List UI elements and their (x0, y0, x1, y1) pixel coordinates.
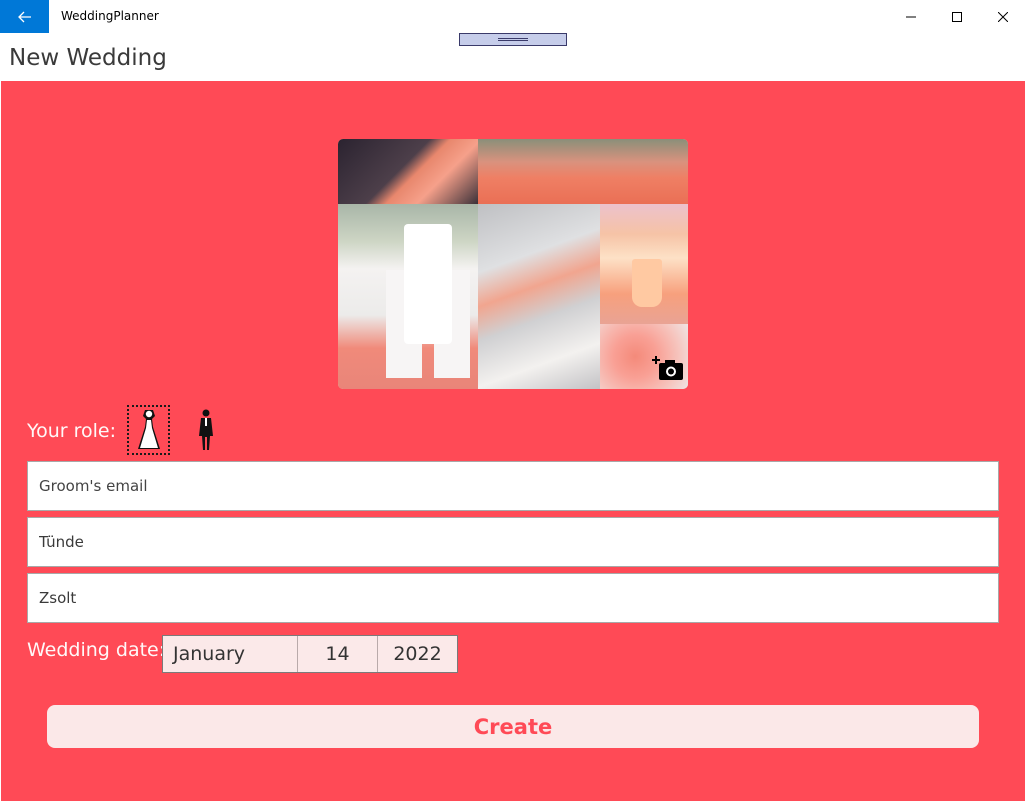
groom-name-field[interactable] (27, 573, 999, 623)
cake-shape (404, 224, 452, 344)
groom-name-input[interactable] (39, 589, 987, 607)
grooms-email-input[interactable] (39, 477, 987, 495)
photo-tile-suit (338, 139, 478, 204)
date-month[interactable]: January (163, 636, 298, 672)
close-button[interactable] (980, 0, 1026, 33)
date-day[interactable]: 14 (298, 636, 378, 672)
app-title: WeddingPlanner (61, 9, 159, 23)
drink-glass-shape (632, 259, 662, 307)
back-button[interactable] (0, 0, 49, 33)
grooms-email-field[interactable] (27, 461, 999, 511)
arrow-left-icon (17, 11, 31, 22)
role-label: Your role: (27, 420, 116, 442)
role-groom-option[interactable] (191, 408, 221, 452)
bride-name-input[interactable] (39, 533, 987, 551)
add-photo-camera-icon (652, 356, 683, 380)
photo-tile-bridesmaids (478, 139, 688, 204)
maximize-button[interactable] (934, 0, 980, 33)
add-photo-button[interactable] (652, 353, 684, 383)
wedding-date-label: Wedding date: (27, 639, 166, 661)
main-content: Your role: Wedding date: January 14 2022… (1, 81, 1025, 801)
groom-icon (199, 409, 213, 450)
drag-handle-grip-icon (498, 38, 528, 41)
date-year[interactable]: 2022 (378, 636, 457, 672)
bride-name-field[interactable] (27, 517, 999, 567)
create-button[interactable]: Create (47, 705, 979, 748)
page-title: New Wedding (9, 45, 167, 71)
wedding-photo[interactable] (338, 139, 688, 389)
photo-tile-table (478, 204, 600, 389)
wedding-date-picker[interactable]: January 14 2022 (162, 635, 458, 673)
drag-handle[interactable] (459, 33, 567, 46)
bride-icon (137, 410, 160, 449)
maximize-icon (952, 11, 962, 22)
minimize-button[interactable] (888, 0, 934, 33)
close-icon (998, 11, 1008, 22)
title-bar: WeddingPlanner (0, 0, 1026, 33)
role-bride-option[interactable] (127, 405, 170, 455)
minimize-icon (906, 16, 916, 17)
